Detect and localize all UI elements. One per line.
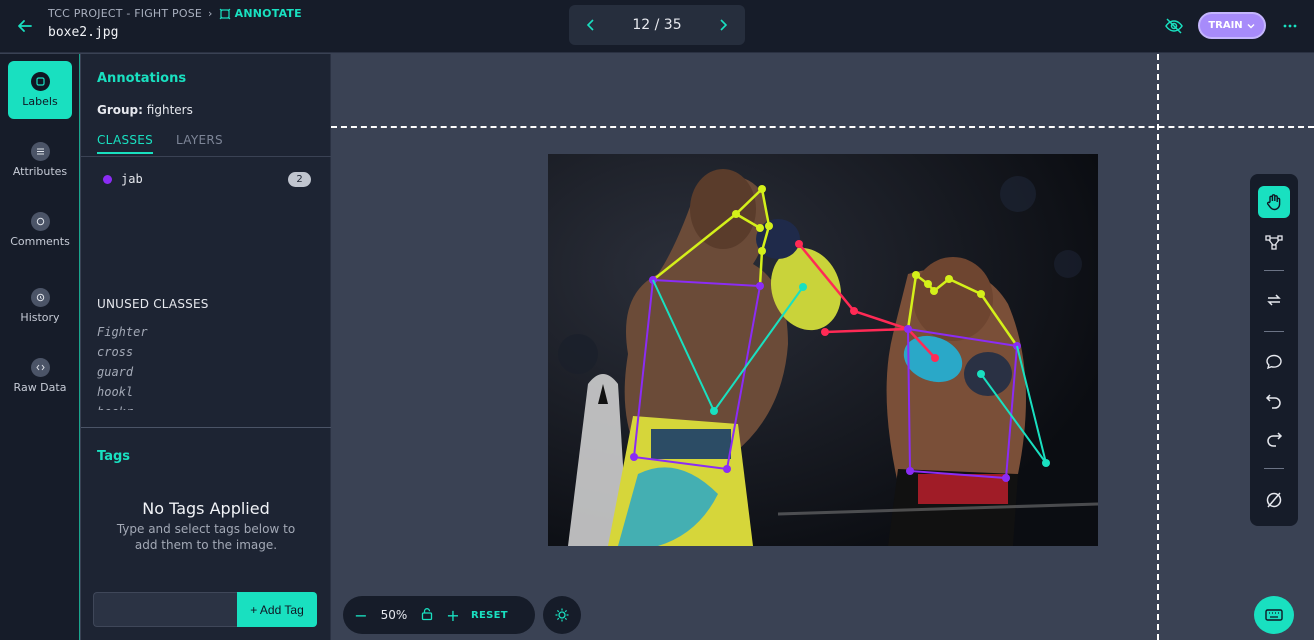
lock-icon[interactable] xyxy=(419,606,435,625)
rail-raw-data-text: Raw Data xyxy=(13,381,67,394)
comment-icon xyxy=(30,212,50,231)
unused-class-item[interactable]: Fighter xyxy=(97,322,297,342)
unused-class-item[interactable]: hookl xyxy=(97,382,297,402)
unused-class-item[interactable]: cross xyxy=(97,342,297,362)
rail-comments[interactable]: Comments xyxy=(8,201,72,259)
brightness-icon[interactable] xyxy=(543,596,581,634)
code-icon xyxy=(30,358,50,377)
crosshair-horizontal xyxy=(331,126,1314,128)
chevron-down-icon xyxy=(1247,23,1255,28)
image-pager: 12 / 35 xyxy=(569,5,745,45)
class-item-jab[interactable]: jab 2 xyxy=(97,171,311,187)
panel-tabs: CLASSES LAYERS xyxy=(81,132,331,157)
rail-attributes-text: Attributes xyxy=(12,165,68,178)
breadcrumb-project[interactable]: TCC PROJECT - FIGHT POSE xyxy=(48,7,202,20)
comment-tool-icon[interactable] xyxy=(1258,346,1290,378)
train-label: TRAIN xyxy=(1208,20,1243,31)
group-value: fighters xyxy=(146,103,193,117)
tags-title: Tags xyxy=(97,449,131,464)
group-info: Group: fighters xyxy=(97,103,193,117)
prev-image-icon[interactable] xyxy=(583,17,599,33)
keypoint-tool-icon[interactable] xyxy=(1258,226,1290,258)
rail-raw-data[interactable]: Raw Data xyxy=(8,347,72,405)
next-image-icon[interactable] xyxy=(715,17,731,33)
rail-attributes[interactable]: Attributes xyxy=(8,131,72,189)
tools-toolbar xyxy=(1250,174,1298,526)
pan-hand-icon[interactable] xyxy=(1258,186,1290,218)
chevron-right-icon: › xyxy=(208,7,213,20)
keyboard-icon[interactable] xyxy=(1254,596,1294,634)
annotate-icon xyxy=(219,8,231,19)
reset-zoom-button[interactable]: RESET xyxy=(471,610,508,621)
annotations-panel: Annotations Group: fighters CLASSES LAYE… xyxy=(81,54,331,640)
zoom-out-button[interactable]: − xyxy=(353,606,369,625)
breadcrumb-mode: ANNOTATE xyxy=(219,7,302,20)
file-name: boxe2.jpg xyxy=(48,25,119,40)
clear-icon[interactable] xyxy=(1258,484,1290,516)
train-button[interactable]: TRAIN xyxy=(1198,12,1266,39)
zoom-in-button[interactable]: + xyxy=(445,606,461,625)
breadcrumb: TCC PROJECT - FIGHT POSE › ANNOTATE xyxy=(48,7,302,20)
rail-labels-text: Labels xyxy=(22,95,58,108)
back-arrow-icon[interactable] xyxy=(14,15,36,37)
crosshair-vertical xyxy=(1157,54,1159,640)
panel-title: Annotations xyxy=(97,71,187,86)
toolbar-separator xyxy=(1264,468,1284,469)
redo-icon[interactable] xyxy=(1258,422,1290,454)
undo-icon[interactable] xyxy=(1258,384,1290,416)
rail-comments-text: Comments xyxy=(10,235,70,248)
panel-divider xyxy=(81,427,331,428)
annotation-canvas[interactable] xyxy=(331,54,1314,640)
class-count-badge: 2 xyxy=(288,172,311,187)
class-color-dot xyxy=(103,174,112,184)
tab-classes[interactable]: CLASSES xyxy=(97,133,154,154)
tag-input[interactable] xyxy=(93,592,237,627)
toolbar-separator xyxy=(1264,270,1284,271)
zoom-controls: − 50% + RESET xyxy=(343,596,535,634)
group-label: Group: xyxy=(97,103,143,117)
label-icon xyxy=(30,72,50,91)
tags-empty-title: No Tags Applied xyxy=(142,499,270,518)
tags-empty-subtitle: Type and select tags below to add them t… xyxy=(116,522,296,552)
class-name: jab xyxy=(121,172,143,186)
toolbar-separator xyxy=(1264,331,1284,332)
history-icon xyxy=(30,288,50,307)
unused-classes-title: UNUSED CLASSES xyxy=(97,297,209,311)
rail-history[interactable]: History xyxy=(8,277,72,335)
unused-class-item[interactable]: hookr xyxy=(97,402,297,410)
more-options-icon[interactable] xyxy=(1280,16,1300,36)
tab-layers[interactable]: LAYERS xyxy=(176,133,223,147)
list-icon xyxy=(30,142,50,161)
eye-off-icon[interactable] xyxy=(1164,16,1184,36)
left-rail: Labels Attributes Comments History Raw D… xyxy=(0,54,80,640)
sync-icon[interactable] xyxy=(1258,284,1290,316)
mode-label: ANNOTATE xyxy=(234,7,302,20)
zoom-level: 50% xyxy=(380,608,408,622)
rail-history-text: History xyxy=(20,311,60,324)
unused-class-item[interactable]: guard xyxy=(97,362,297,382)
rail-labels[interactable]: Labels xyxy=(8,61,72,119)
page-counter: 12 / 35 xyxy=(632,17,682,33)
add-tag-button[interactable]: + Add Tag xyxy=(237,592,317,627)
boxing-photo[interactable] xyxy=(548,154,1098,546)
unused-classes-list: Fighter cross guard hookl hookr xyxy=(97,322,297,410)
top-bar: TCC PROJECT - FIGHT POSE › ANNOTATE boxe… xyxy=(0,0,1314,53)
